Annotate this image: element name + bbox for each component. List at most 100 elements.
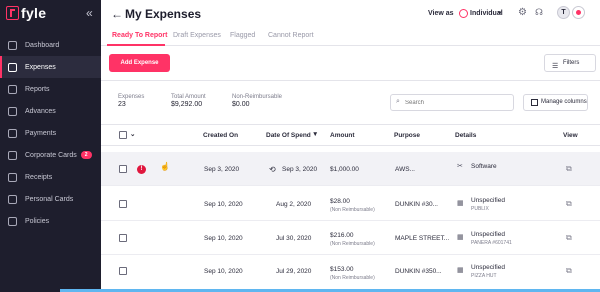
manage-columns-button[interactable]: Manage columns (523, 94, 588, 111)
sidebar-item-label: Dashboard (25, 41, 60, 49)
cell-created-on: Sep 10, 2020 (204, 235, 243, 242)
cell-details-title: Software (471, 163, 497, 170)
corporate-cards-count-badge: 2 (80, 151, 92, 159)
dashboard-icon (8, 40, 17, 50)
cell-details-title: Unspecified (471, 264, 505, 271)
tab-flagged[interactable]: Flagged (230, 32, 255, 39)
sidebar-item-policies[interactable]: Policies (0, 210, 101, 232)
open-external-icon[interactable]: ⧉ (566, 164, 572, 174)
logo-icon (6, 6, 19, 20)
column-view: View (563, 132, 578, 139)
filters-button[interactable]: ☰ Filters (544, 54, 596, 72)
personal-card-icon (8, 194, 17, 204)
column-date-of-spend[interactable]: Date Of Spend (266, 132, 311, 139)
cell-date-of-spend: Jul 29, 2020 (276, 268, 312, 275)
logo-text: fyle (21, 5, 47, 21)
tab-ready-to-report[interactable]: Ready To Report (112, 32, 168, 39)
stat-non-reimbursable: Non-Reimbursable $0.00 (232, 94, 282, 108)
cell-details-merchant: PANERA #601741 (471, 240, 512, 246)
cell-details-merchant: PUBLIX (471, 206, 489, 212)
tab-bar: Ready To Report Draft Expenses Flagged C… (101, 28, 600, 46)
manage-columns-label: Manage columns (541, 99, 587, 105)
cell-date-of-spend: Jul 30, 2020 (276, 235, 312, 242)
user-avatar[interactable]: T (557, 6, 570, 19)
corporate-card-icon (8, 150, 17, 160)
gear-icon[interactable]: ⚙ (518, 7, 527, 18)
cell-purpose: AWS... (395, 166, 415, 173)
row-checkbox[interactable] (119, 234, 127, 242)
sidebar-item-label: Corporate Cards (25, 151, 77, 159)
tab-draft-expenses[interactable]: Draft Expenses (173, 32, 221, 39)
sidebar-item-expenses[interactable]: Expenses (0, 56, 101, 78)
back-arrow-icon[interactable]: ← (111, 7, 123, 21)
table-row[interactable]: Sep 10, 2020 Jul 29, 2020 $153.00 (Non R… (101, 256, 600, 290)
top-bar: ← My Expenses View as Individual ▾ ⚙ ☊ T (101, 0, 600, 28)
unspecified-category-icon: ▦ (457, 234, 464, 241)
sidebar-item-payments[interactable]: Payments (0, 122, 101, 144)
unspecified-category-icon: ▦ (457, 267, 464, 274)
cell-amount: $153.00 (330, 266, 354, 273)
column-purpose[interactable]: Purpose (394, 132, 420, 139)
column-details[interactable]: Details (455, 132, 476, 139)
cell-date-of-spend: Sep 3, 2020 (282, 166, 318, 173)
open-external-icon[interactable]: ⧉ (566, 266, 572, 276)
page-title: My Expenses (125, 7, 202, 21)
open-external-icon[interactable]: ⧉ (566, 233, 572, 243)
sidebar-item-reports[interactable]: Reports (0, 78, 101, 100)
headset-icon[interactable]: ☊ (535, 7, 543, 18)
cell-amount: $216.00 (330, 232, 354, 239)
sidebar-item-receipts[interactable]: Receipts (0, 166, 101, 188)
table-row[interactable]: ! ☝ Sep 3, 2020 ⟲ Sep 3, 2020 $1,000.00 … (101, 152, 600, 186)
unspecified-category-icon: ▦ (457, 200, 464, 207)
search-input[interactable] (405, 98, 505, 108)
stat-expenses: Expenses 23 (118, 94, 144, 108)
sidebar-item-personal-cards[interactable]: Personal Cards (0, 188, 101, 210)
column-amount[interactable]: Amount (330, 132, 355, 139)
active-tab-indicator (107, 44, 165, 46)
open-external-icon[interactable]: ⧉ (566, 199, 572, 209)
sidebar-item-label: Personal Cards (25, 195, 74, 203)
columns-icon (531, 99, 538, 106)
sidebar-item-corporate-cards[interactable]: Corporate Cards 2 (0, 144, 101, 166)
row-checkbox[interactable] (119, 165, 127, 173)
filter-icon: ☰ (552, 63, 559, 70)
cell-date-of-spend: Aug 2, 2020 (276, 201, 312, 208)
org-avatar[interactable] (572, 6, 585, 19)
select-all-checkbox[interactable] (119, 131, 127, 139)
sidebar-item-label: Expenses (25, 63, 56, 71)
add-expense-button[interactable]: Add Expense (109, 54, 170, 72)
cell-amount-note: (Non Reimbursable) (330, 275, 375, 281)
cell-amount-note: (Non Reimbursable) (330, 207, 375, 213)
cell-created-on: Sep 3, 2020 (204, 166, 240, 173)
payments-icon (8, 128, 17, 138)
row-checkbox[interactable] (119, 267, 127, 275)
sidebar-item-dashboard[interactable]: Dashboard (0, 34, 101, 56)
stat-value: $0.00 (232, 101, 250, 108)
column-created-on[interactable]: Created On (203, 132, 238, 139)
stat-label: Expenses (118, 94, 145, 100)
table-row[interactable]: Sep 10, 2020 Aug 2, 2020 $28.00 (Non Rei… (101, 187, 600, 221)
sidebar-item-label: Receipts (25, 173, 53, 181)
chevron-down-icon[interactable]: ⌄ (130, 130, 135, 138)
cell-created-on: Sep 10, 2020 (204, 201, 243, 208)
cell-created-on: Sep 10, 2020 (204, 268, 243, 275)
sidebar-item-advances[interactable]: Advances (0, 100, 101, 122)
divider (101, 80, 600, 81)
cell-details-merchant: PIZZA HUT (471, 273, 497, 279)
view-as-label: View as (428, 10, 454, 17)
sort-desc-icon[interactable]: ▼ (312, 131, 318, 138)
alert-icon[interactable]: ! (137, 165, 146, 174)
table-row[interactable]: Sep 10, 2020 Jul 30, 2020 $216.00 (Non R… (101, 221, 600, 255)
tab-cannot-report[interactable]: Cannot Report (268, 32, 314, 39)
row-checkbox[interactable] (119, 200, 127, 208)
cell-purpose: DUNKIN #350... (395, 268, 442, 275)
stat-value: $9,292.00 (171, 101, 203, 108)
cell-purpose: DUNKIN #30... (395, 201, 438, 208)
mouse-cursor-icon: ☝ (160, 162, 170, 171)
chevron-down-icon[interactable]: ▾ (498, 9, 502, 17)
search-box: ⌕ (390, 94, 514, 111)
collapse-sidebar-icon[interactable]: « (86, 6, 93, 20)
receipts-icon (8, 172, 17, 182)
cell-amount: $1,000.00 (330, 166, 359, 173)
fyle-logo[interactable]: fyle (6, 5, 46, 21)
